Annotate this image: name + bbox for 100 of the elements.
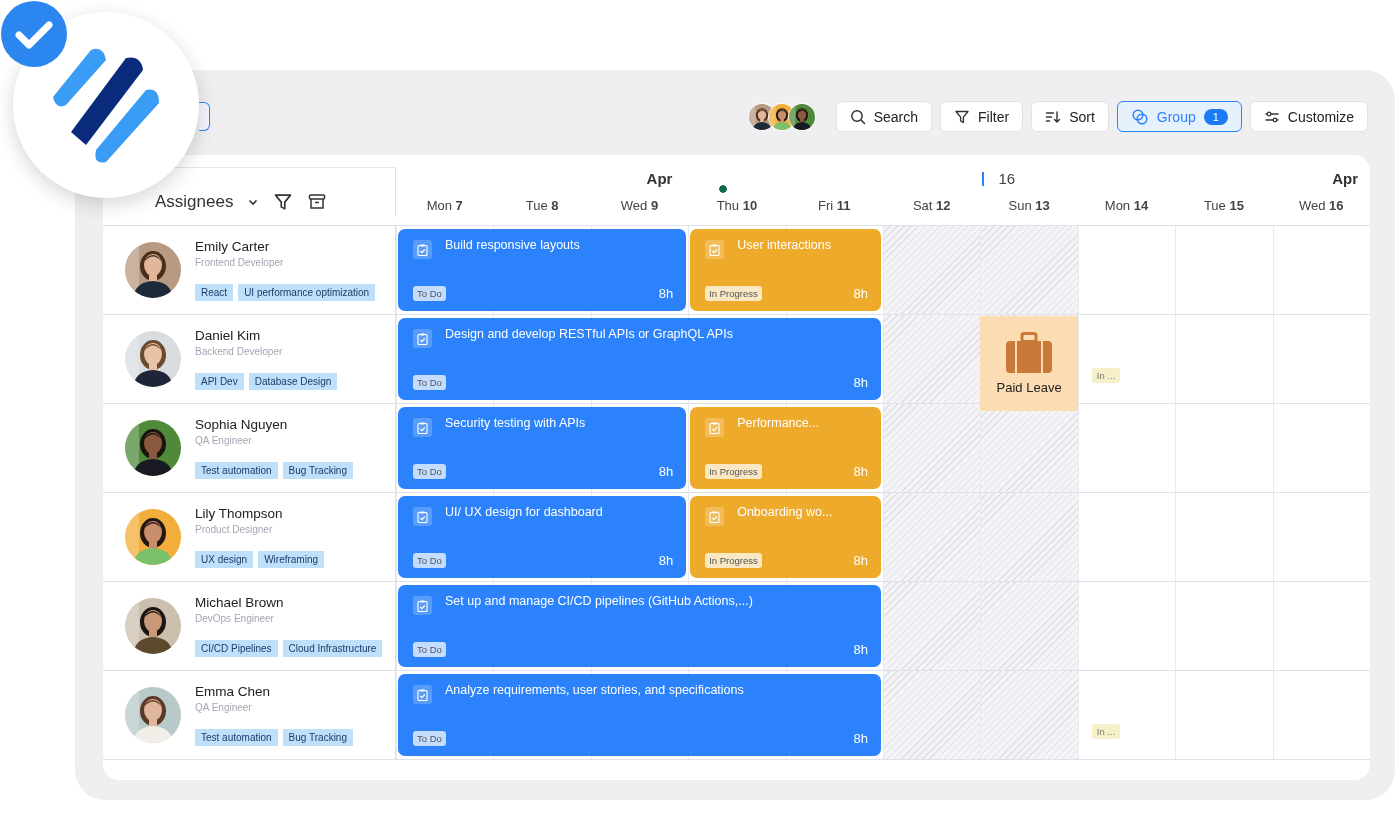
collapsed-task-chip[interactable]: In ... [1091, 724, 1121, 739]
day-header: Tue 15 [1203, 197, 1244, 213]
task-hours: 8h [853, 642, 868, 657]
task-card[interactable]: Design and develop RESTful APIs or GraphQL APIs To Do 8h [398, 318, 881, 400]
task-title: Security testing with APIs [445, 415, 586, 432]
assignee-role: DevOps Engineer [195, 613, 275, 624]
assignee-role: Frontend Developer [195, 257, 285, 268]
sort-icon [1045, 108, 1062, 125]
status-label: In Progress [705, 553, 762, 568]
clipboard-check-icon [705, 507, 725, 526]
assignees-label[interactable]: Assignees [155, 191, 234, 212]
assignee-name: Emily Carter [195, 239, 271, 254]
skill-tag: UI performance optimization [238, 284, 376, 301]
assignee-name: Emma Chen [195, 684, 272, 699]
toolbar-button[interactable] [199, 102, 210, 131]
day-header: Mon 14 [1104, 197, 1149, 213]
skill-tag: Bug Tracking [282, 462, 353, 479]
filter-icon [954, 108, 970, 125]
search-icon [849, 108, 866, 125]
overlapping-circles-icon [1130, 107, 1149, 126]
filter-button[interactable]: Filter [940, 101, 1024, 132]
assignee-name: Michael Brown [195, 595, 285, 610]
task-title: Design and develop RESTful APIs or GraphQL APIs [445, 326, 733, 343]
task-card[interactable]: Analyze requirements, user stories, and specifications To Do 8h [398, 674, 881, 756]
task-title: Performance... [737, 415, 820, 432]
task-hours: 8h [853, 286, 868, 301]
skill-tag: Wireframing [258, 551, 325, 568]
task-hours: 8h [658, 286, 674, 301]
leave-card[interactable]: Paid Leave [980, 316, 1078, 411]
skill-tag: API Dev [195, 373, 244, 390]
task-card[interactable]: User interactions In Progress 8h [690, 229, 881, 311]
day-header: Mon 7 [426, 197, 463, 213]
task-card[interactable]: UI/ UX design for dashboard To Do 8h [398, 496, 687, 578]
skill-tag: Test automation [195, 729, 278, 746]
group-button[interactable]: Group 1 [1116, 101, 1242, 132]
month-label: Apr [645, 170, 674, 187]
assignee-role: Product Designer [195, 524, 274, 535]
status-label: In Progress [705, 464, 762, 479]
suitcase-icon [1005, 332, 1054, 374]
status-label: To Do [413, 375, 446, 390]
collapsed-task-chip[interactable]: In ... [1091, 368, 1121, 383]
assignee-name: Daniel Kim [195, 328, 262, 343]
month-label: Apr [1332, 170, 1359, 187]
status-label: To Do [413, 553, 446, 568]
count-badge: 1 [1203, 108, 1228, 125]
day-header: Sat 12 [912, 197, 951, 213]
clipboard-check-icon [413, 329, 432, 348]
skill-tag: CI/CD Pipelines [195, 640, 278, 657]
skill-tag: Bug Tracking [282, 729, 353, 746]
task-hours: 8h [853, 375, 868, 390]
clipboard-check-icon [413, 507, 432, 526]
clipboard-check-icon [705, 418, 725, 437]
skill-tag: Cloud Infrastructure [282, 640, 383, 657]
leave-label: Paid Leave [996, 380, 1062, 395]
customize-button[interactable]: Customize [1249, 101, 1368, 132]
task-title: Set up and manage CI/CD pipelines (GitHub Actions,...) [445, 593, 753, 610]
sort-button[interactable]: Sort [1031, 101, 1109, 132]
search-button[interactable]: Search [835, 101, 932, 132]
day-header: Sun 13 [1008, 197, 1050, 213]
status-label: To Do [413, 464, 446, 479]
task-hours: 8h [658, 553, 674, 568]
week-marker [982, 171, 985, 186]
task-hours: 8h [853, 553, 868, 568]
skill-tag: Test automation [195, 462, 278, 479]
task-hours: 8h [853, 464, 868, 479]
skill-tag: Database Design [248, 373, 338, 390]
assignee-name: Lily Thompson [195, 506, 284, 521]
assignee-role: Backend Developer [195, 346, 284, 357]
task-title: UI/ UX design for dashboard [445, 504, 603, 521]
filter-icon[interactable] [273, 191, 294, 212]
clipboard-check-icon [413, 418, 432, 437]
clipboard-check-icon [413, 240, 432, 259]
status-label: In Progress [705, 286, 762, 301]
assignee-name: Sophia Nguyen [195, 417, 289, 432]
assignee-role: QA Engineer [195, 435, 253, 446]
skill-tag: React [195, 284, 234, 301]
clipboard-check-icon [413, 596, 432, 615]
skill-tag: UX design [195, 551, 254, 568]
task-title: User interactions [737, 237, 831, 254]
assignee-role: QA Engineer [195, 702, 253, 713]
task-card[interactable]: Set up and manage CI/CD pipelines (GitHub Actions,...) To Do 8h [398, 585, 881, 667]
task-hours: 8h [853, 731, 868, 746]
day-header: Wed 16 [1299, 197, 1344, 213]
task-card[interactable]: Security testing with APIs To Do 8h [398, 407, 687, 489]
archive-icon[interactable] [307, 191, 328, 212]
clipboard-check-icon [705, 240, 725, 259]
status-label: To Do [413, 286, 446, 301]
status-label: To Do [413, 731, 446, 746]
task-card[interactable]: Performance... In Progress 8h [690, 407, 881, 489]
day-header: Wed 9 [620, 197, 659, 213]
task-hours: 8h [658, 464, 674, 479]
status-label: To Do [413, 642, 446, 657]
task-card[interactable]: Onboarding wo... In Progress 8h [690, 496, 881, 578]
task-title: Onboarding wo... [737, 504, 833, 521]
day-header: Tue 8 [525, 197, 559, 213]
clipboard-check-icon [413, 685, 432, 704]
task-title: Build responsive layouts [445, 237, 580, 254]
task-card[interactable]: Build responsive layouts To Do 8h [398, 229, 687, 311]
day-header: Fri 11 [818, 197, 851, 213]
day-header: Thu 10 [716, 185, 758, 213]
